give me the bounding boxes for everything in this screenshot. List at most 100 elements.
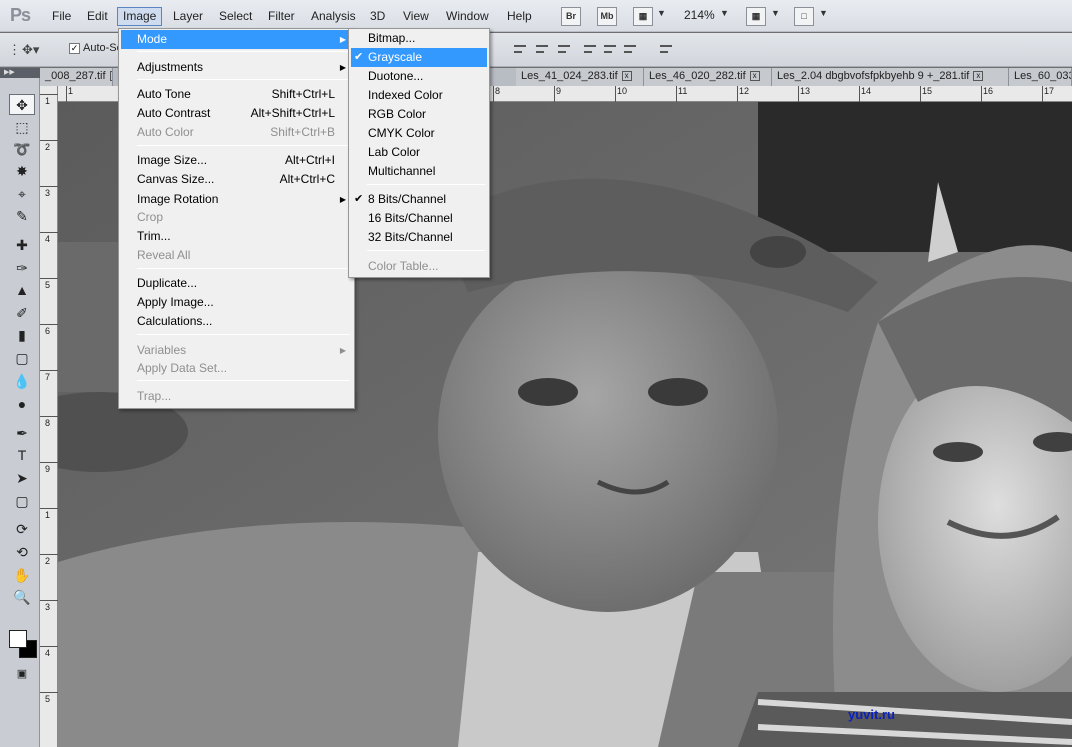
mini-bridge-button[interactable]: Mb bbox=[597, 7, 617, 26]
align-horizontal-center-icon[interactable] bbox=[602, 42, 618, 56]
menu-window[interactable]: Window bbox=[441, 7, 494, 26]
menu-item-duplicate[interactable]: Duplicate... bbox=[121, 274, 352, 293]
mode-item-grayscale[interactable]: ✔ Grayscale bbox=[351, 48, 487, 67]
ruler-number: 2 bbox=[45, 142, 51, 152]
dodge-tool-icon[interactable]: ● bbox=[9, 394, 35, 415]
menu-item-trim[interactable]: Trim... bbox=[121, 227, 352, 246]
menu-select[interactable]: Select bbox=[214, 7, 257, 26]
ruler-tick bbox=[40, 278, 58, 279]
align-top-icon[interactable] bbox=[512, 42, 528, 56]
type-tool-icon[interactable]: T bbox=[9, 445, 35, 466]
eyedropper-tool-icon[interactable]: ✎ bbox=[9, 206, 35, 227]
close-icon[interactable]: x bbox=[749, 71, 760, 82]
lasso-tool-icon[interactable]: ➰ bbox=[9, 139, 35, 160]
3d-rotate-tool-icon[interactable]: ⟳ bbox=[9, 519, 35, 540]
mode-item-lab-color[interactable]: Lab Color bbox=[351, 143, 487, 162]
menu-view[interactable]: View bbox=[398, 7, 434, 26]
menu-item-label: Duplicate... bbox=[137, 276, 198, 290]
mode-item-8-bits-channel[interactable]: ✔ 8 Bits/Channel bbox=[351, 190, 487, 209]
screen-mode-icon[interactable]: □ bbox=[794, 7, 814, 26]
menu-analysis[interactable]: Analysis bbox=[306, 7, 361, 26]
align-left-icon[interactable] bbox=[582, 42, 598, 56]
menu-item-reveal-all: Reveal All bbox=[121, 246, 352, 265]
menu-filter[interactable]: Filter bbox=[263, 7, 300, 26]
menu-item-apply-image[interactable]: Apply Image... bbox=[121, 293, 352, 312]
bridge-button[interactable]: Br bbox=[561, 7, 581, 26]
menu-item-image-size[interactable]: Image Size... Alt+Ctrl+I bbox=[121, 151, 352, 170]
document-tab[interactable]: _008_287.tifx bbox=[40, 68, 113, 86]
ruler-tick bbox=[676, 86, 677, 102]
extras-icon[interactable]: ▦ bbox=[633, 7, 653, 26]
document-tab[interactable]: Les_60_033 bbox=[1009, 68, 1072, 86]
mode-item-cmyk-color[interactable]: CMYK Color bbox=[351, 124, 487, 143]
pen-tool-icon[interactable]: ✒ bbox=[9, 423, 35, 444]
ruler-number: 15 bbox=[922, 86, 933, 96]
gradient-tool-icon[interactable]: ▢ bbox=[9, 348, 35, 369]
auto-select-checkbox[interactable]: ✓ bbox=[69, 43, 80, 54]
zoom-tool-icon[interactable]: 🔍 bbox=[9, 587, 35, 608]
menu-file[interactable]: File bbox=[47, 7, 76, 26]
mode-item-rgb-color[interactable]: RGB Color bbox=[351, 105, 487, 124]
menu-image[interactable]: Image bbox=[117, 7, 163, 26]
crop-tool-icon[interactable]: ⌖ bbox=[9, 184, 35, 205]
mode-item-indexed-color[interactable]: Indexed Color bbox=[351, 86, 487, 105]
menu-help[interactable]: Help bbox=[502, 7, 537, 26]
path-selection-tool-icon[interactable]: ➤ bbox=[9, 468, 35, 489]
menu-item-label: Trim... bbox=[137, 229, 171, 243]
mode-item-multichannel[interactable]: Multichannel bbox=[351, 162, 487, 181]
menu-item-shortcut: Alt+Shift+Ctrl+L bbox=[250, 106, 335, 120]
auto-align-layers-icon[interactable] bbox=[658, 42, 674, 56]
tools-panel-header[interactable]: ▶▶ bbox=[0, 68, 40, 78]
mode-item-bitmap[interactable]: Bitmap... bbox=[351, 29, 487, 48]
chevron-down-icon[interactable]: ▼ bbox=[771, 8, 780, 18]
chevron-down-icon[interactable]: ▼ bbox=[819, 8, 828, 18]
clone-stamp-tool-icon[interactable]: ▲ bbox=[9, 280, 35, 301]
healing-brush-tool-icon[interactable]: ✚ bbox=[9, 235, 35, 256]
menu-layer[interactable]: Layer bbox=[168, 7, 208, 26]
menu-item-auto-contrast[interactable]: Auto Contrast Alt+Shift+Ctrl+L bbox=[121, 104, 352, 123]
menu-item-label: Color Table... bbox=[368, 259, 439, 273]
menu-edit[interactable]: Edit bbox=[82, 7, 113, 26]
blur-tool-icon[interactable]: 💧 bbox=[9, 371, 35, 392]
marquee-tool-icon[interactable]: ⬚ bbox=[9, 117, 35, 138]
menu-item-mode[interactable]: Mode ▶ bbox=[121, 30, 352, 49]
align-vertical-center-icon[interactable] bbox=[534, 42, 550, 56]
menu-3d[interactable]: 3D bbox=[365, 7, 390, 26]
foreground-color-swatch[interactable] bbox=[9, 630, 27, 648]
align-bottom-icon[interactable] bbox=[556, 42, 572, 56]
menu-separator bbox=[137, 380, 350, 381]
mode-item-32-bits-channel[interactable]: 32 Bits/Channel bbox=[351, 228, 487, 247]
ruler-number: 13 bbox=[800, 86, 811, 96]
history-brush-tool-icon[interactable]: ✐ bbox=[9, 303, 35, 324]
menu-separator bbox=[137, 51, 350, 52]
menu-item-label: 8 Bits/Channel bbox=[368, 192, 447, 206]
quick-selection-tool-icon[interactable]: ✸ bbox=[9, 161, 35, 182]
menu-item-calculations[interactable]: Calculations... bbox=[121, 312, 352, 331]
hand-tool-icon[interactable]: ✋ bbox=[9, 565, 35, 586]
menu-item-image-rotation[interactable]: Image Rotation ▶ bbox=[121, 190, 352, 209]
arrange-documents-icon[interactable]: ▦ bbox=[746, 7, 766, 26]
mode-item-16-bits-channel[interactable]: 16 Bits/Channel bbox=[351, 209, 487, 228]
document-tab[interactable]: Les_46_020_282.tif x bbox=[644, 68, 772, 86]
move-tool-preset-icon[interactable]: ✥▾ bbox=[22, 42, 39, 58]
zoom-level[interactable]: 214% bbox=[684, 8, 715, 22]
eraser-tool-icon[interactable]: ▮ bbox=[9, 325, 35, 346]
mode-item-duotone[interactable]: Duotone... bbox=[351, 67, 487, 86]
menu-item-auto-tone[interactable]: Auto Tone Shift+Ctrl+L bbox=[121, 85, 352, 104]
align-right-icon[interactable] bbox=[622, 42, 638, 56]
close-icon[interactable]: x bbox=[109, 71, 112, 82]
menu-item-adjustments[interactable]: Adjustments ▶ bbox=[121, 58, 352, 77]
close-icon[interactable]: x bbox=[973, 71, 984, 82]
close-icon[interactable]: x bbox=[621, 71, 632, 82]
brush-tool-icon[interactable]: ✑ bbox=[9, 258, 35, 279]
document-tab[interactable]: Les_41_024_283.tif x bbox=[516, 68, 644, 86]
move-tool-icon[interactable]: ✥ bbox=[9, 94, 35, 115]
menu-item-trap: Trap... bbox=[121, 387, 352, 406]
chevron-down-icon[interactable]: ▼ bbox=[657, 8, 666, 18]
document-tab[interactable]: Les_2.04 dbgbvofsfpkbyehb 9 +_281.tif x bbox=[772, 68, 1009, 86]
3d-orbit-tool-icon[interactable]: ⟲ bbox=[9, 542, 35, 563]
shape-tool-icon[interactable]: ▢ bbox=[9, 491, 35, 512]
quick-mask-icon[interactable]: ▣ bbox=[9, 664, 35, 685]
menu-item-canvas-size[interactable]: Canvas Size... Alt+Ctrl+C bbox=[121, 170, 352, 189]
chevron-down-icon[interactable]: ▼ bbox=[720, 8, 729, 18]
